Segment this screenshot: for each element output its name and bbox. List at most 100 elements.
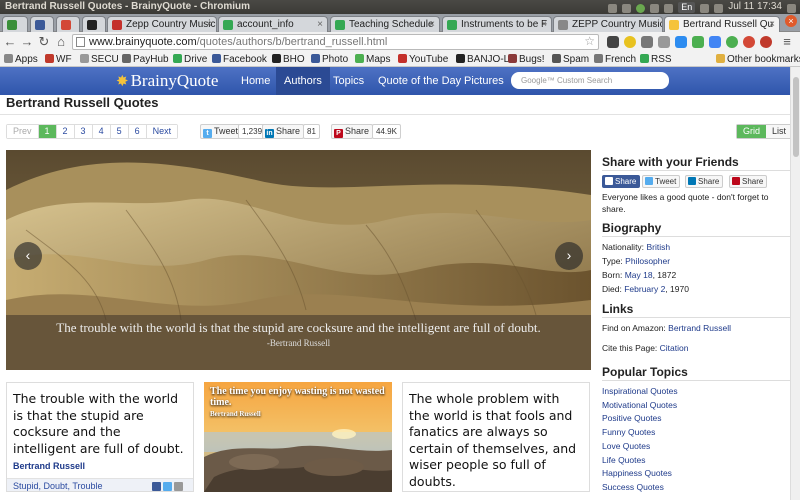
- bookmark-maps[interactable]: Maps: [355, 52, 390, 67]
- close-tab-icon[interactable]: ×: [206, 17, 212, 32]
- topic-link[interactable]: Inspirational Quotes: [602, 386, 678, 396]
- type-link[interactable]: Philosopher: [625, 256, 670, 266]
- picture-quote-card[interactable]: The time you enjoy wasting is not wasted…: [204, 382, 392, 492]
- settings-gear-icon[interactable]: [787, 3, 796, 13]
- puzzle-icon[interactable]: [709, 36, 721, 48]
- tab-account-info[interactable]: account_info ×: [218, 16, 328, 32]
- close-tab-icon[interactable]: ×: [317, 17, 323, 32]
- pager-page-2[interactable]: 2: [56, 125, 75, 138]
- scrollbar-thumb[interactable]: [793, 77, 799, 157]
- share-icon[interactable]: [658, 36, 670, 48]
- bookmark-youtube[interactable]: YouTube: [398, 52, 448, 67]
- list-view-button[interactable]: List: [766, 125, 793, 138]
- bookmark-photo[interactable]: Photo: [311, 52, 348, 67]
- bookmark-bugs[interactable]: Bugs!: [508, 52, 545, 67]
- facebook-icon[interactable]: [152, 482, 161, 491]
- menu-icon[interactable]: ≡: [780, 34, 794, 49]
- site-search-input[interactable]: Google™ Custom Search: [511, 72, 669, 89]
- bookmark-apps[interactable]: Apps: [4, 52, 38, 67]
- amazon-link[interactable]: Bertrand Russell: [668, 323, 731, 333]
- pager-prev[interactable]: Prev: [7, 125, 39, 138]
- dropbox-icon[interactable]: [608, 3, 618, 13]
- bookmark-french[interactable]: French: [594, 52, 636, 67]
- pinterest-share-button[interactable]: P Share: [331, 124, 374, 139]
- bookmark-other[interactable]: Other bookmarks: [716, 52, 800, 67]
- tweet-button[interactable]: t Tweet: [200, 124, 243, 139]
- quote-text[interactable]: The whole problem with the world is that…: [403, 383, 589, 490]
- bookmark-star-icon[interactable]: ☆: [584, 34, 595, 48]
- forward-arrow-icon[interactable]: →: [20, 34, 34, 49]
- nav-pictures[interactable]: Pictures: [456, 67, 512, 95]
- nav-home[interactable]: Home: [233, 67, 278, 95]
- close-tab-icon[interactable]: ×: [769, 17, 775, 32]
- pager-page-3[interactable]: 3: [74, 125, 93, 138]
- died-date-link[interactable]: February 2: [624, 284, 665, 294]
- pager-page-1[interactable]: 1: [38, 125, 57, 138]
- tab-drive[interactable]: [2, 16, 28, 32]
- extension-icon[interactable]: [624, 36, 636, 48]
- language-indicator[interactable]: En: [678, 1, 696, 13]
- nav-quote-of-the-day[interactable]: Quote of the Day: [370, 67, 469, 95]
- pager-next[interactable]: Next: [146, 125, 178, 138]
- facebook-share-button[interactable]: Share: [602, 175, 641, 188]
- address-bar[interactable]: www.brainyquote.com/quotes/authors/b/ber…: [72, 34, 599, 50]
- topic-link[interactable]: Success Quotes: [602, 482, 664, 492]
- twitter-share-button[interactable]: Tweet: [642, 175, 681, 188]
- citation-link[interactable]: Citation: [660, 343, 689, 353]
- close-tab-icon[interactable]: ×: [429, 17, 435, 32]
- linkedin-share-button[interactable]: in Share: [262, 124, 305, 139]
- tab-zepp-country[interactable]: Zepp Country Music ×: [107, 16, 217, 32]
- back-arrow-icon[interactable]: ←: [3, 34, 17, 49]
- bookmark-secu[interactable]: SECU: [80, 52, 119, 67]
- bookmark-bho[interactable]: BHO: [272, 52, 305, 67]
- clock[interactable]: Jul 11 17:34: [728, 0, 782, 14]
- keyboard-icon[interactable]: [650, 3, 660, 13]
- bookmark-wf[interactable]: WF: [45, 52, 72, 67]
- adblock-icon[interactable]: [743, 36, 755, 48]
- wifi-icon[interactable]: [664, 3, 674, 13]
- twitter-icon[interactable]: [163, 482, 172, 491]
- topic-link[interactable]: Love Quotes: [602, 441, 650, 451]
- nationality-link[interactable]: British: [646, 242, 670, 252]
- tab-bho[interactable]: [82, 16, 106, 32]
- home-icon[interactable]: ⌂: [54, 34, 68, 49]
- quote-slider[interactable]: ‹ › The trouble with the world is that t…: [6, 150, 591, 370]
- extension-icon[interactable]: [726, 36, 738, 48]
- bookmark-rss[interactable]: RSS: [640, 52, 672, 67]
- nav-authors[interactable]: Authors: [276, 67, 330, 95]
- topic-link[interactable]: Funny Quotes: [602, 427, 655, 437]
- topic-link[interactable]: Life Quotes: [602, 455, 645, 465]
- topic-link[interactable]: Happiness Quotes: [602, 468, 672, 478]
- volume-icon[interactable]: [714, 3, 724, 13]
- next-slide-chevron-icon[interactable]: ›: [555, 242, 583, 270]
- topic-link[interactable]: Motivational Quotes: [602, 400, 677, 410]
- prev-slide-chevron-icon[interactable]: ‹: [14, 242, 42, 270]
- tab-bertrand-russell[interactable]: Bertrand Russell Qu ×: [664, 16, 780, 32]
- topic-link[interactable]: Positive Quotes: [602, 413, 662, 423]
- extension-icon[interactable]: [641, 36, 653, 48]
- mail-icon[interactable]: [622, 3, 632, 13]
- tab-google-plus[interactable]: [56, 16, 80, 32]
- bookmark-banjo[interactable]: BANJO-L: [456, 52, 509, 67]
- extension-icon[interactable]: [607, 36, 619, 48]
- notification-icon[interactable]: [636, 3, 646, 13]
- close-tab-icon[interactable]: ×: [652, 17, 658, 32]
- grid-view-button[interactable]: Grid: [737, 125, 767, 138]
- brainyquote-logo[interactable]: ✸ BrainyQuote: [116, 71, 218, 92]
- bookmark-facebook[interactable]: Facebook: [212, 52, 267, 67]
- pinterest-share-button[interactable]: Share: [729, 175, 768, 188]
- extension-icon[interactable]: [760, 36, 772, 48]
- pager-page-6[interactable]: 6: [128, 125, 147, 138]
- linkedin-share-button[interactable]: Share: [685, 175, 724, 188]
- extension-icon[interactable]: [692, 36, 704, 48]
- reload-icon[interactable]: ↻: [37, 34, 51, 49]
- bookmark-spam[interactable]: Spam: [552, 52, 589, 67]
- quote-author[interactable]: Bertrand Russell: [7, 457, 193, 471]
- slide-author[interactable]: -Bertrand Russell: [6, 338, 591, 348]
- bookmark-drive[interactable]: Drive: [173, 52, 207, 67]
- close-tab-icon[interactable]: ×: [541, 17, 547, 32]
- share-icon[interactable]: [174, 482, 183, 491]
- bookmark-payhub[interactable]: PayHub: [122, 52, 169, 67]
- drive-extension-icon[interactable]: [675, 36, 687, 48]
- page-scrollbar[interactable]: [790, 67, 800, 500]
